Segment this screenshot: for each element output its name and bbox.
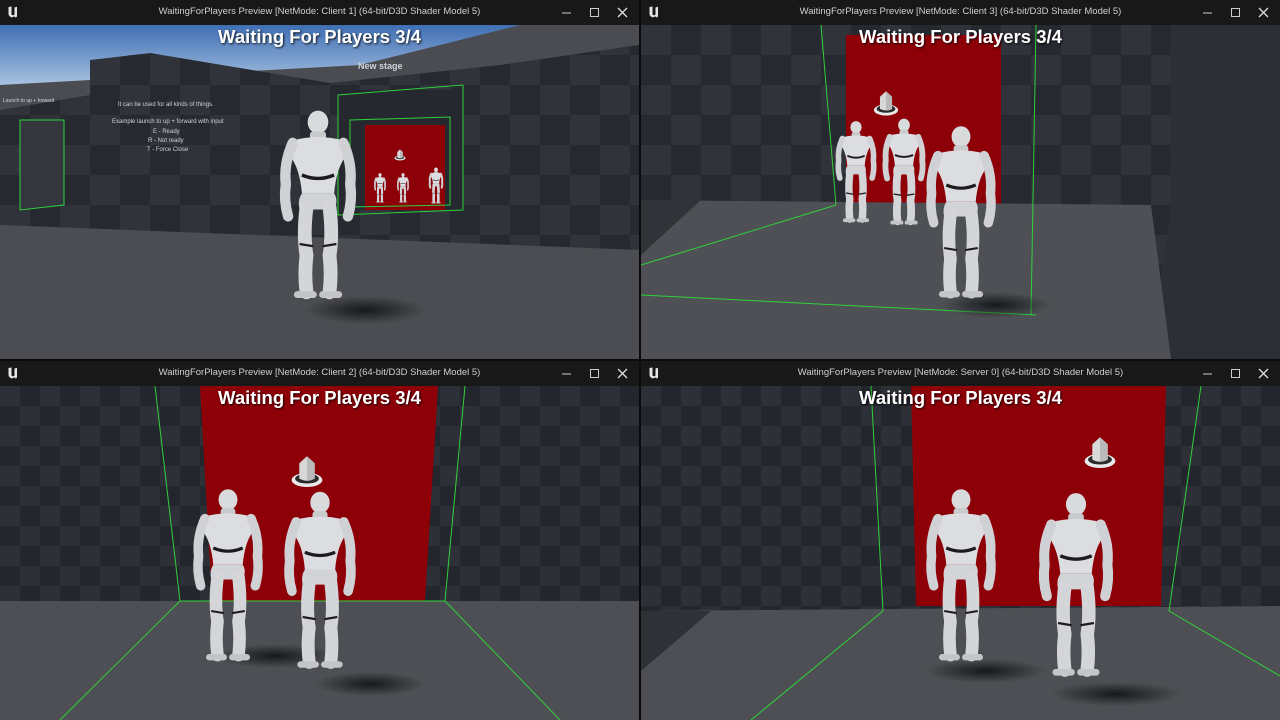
minimize-button[interactable] [1194,361,1222,386]
window-title: WaitingForPlayers Preview [NetMode: Serv… [797,367,1124,378]
scene-render [0,386,639,720]
info-line-1: It can be used for all kinds of things. [118,102,214,108]
maximize-button[interactable] [1222,361,1250,386]
scene-render [641,25,1280,359]
minimize-icon [1203,373,1212,375]
minimize-button[interactable] [553,361,581,386]
scene-render [0,25,639,359]
preview-window-client-2[interactable]: WaitingForPlayers Preview [NetMode: Clie… [0,361,639,720]
maximize-button[interactable] [581,361,609,386]
maximize-icon [590,8,599,17]
maximize-button[interactable] [581,0,609,25]
minimize-button[interactable] [553,0,581,25]
game-viewport[interactable]: Waiting For Players 3/4 [641,25,1280,359]
close-icon [617,7,628,18]
key-e-label: E - Ready [153,129,180,135]
waiting-status-text: Waiting For Players 3/4 [218,26,421,47]
waiting-status-text: Waiting For Players 3/4 [218,387,421,408]
preview-window-client-3[interactable]: WaitingForPlayers Preview [NetMode: Clie… [641,0,1280,359]
window-title: WaitingForPlayers Preview [NetMode: Clie… [799,6,1122,17]
game-viewport[interactable]: Waiting For Players 3/4 [0,386,639,720]
title-bar[interactable]: WaitingForPlayers Preview [NetMode: Clie… [641,0,1280,25]
close-button[interactable] [1250,361,1278,386]
title-bar[interactable]: WaitingForPlayers Preview [NetMode: Clie… [0,361,639,386]
game-viewport[interactable]: New stage Launch to up + forward It can … [0,25,639,359]
maximize-icon [1231,8,1240,17]
preview-window-client-1[interactable]: WaitingForPlayers Preview [NetMode: Clie… [0,0,639,359]
maximize-icon [1231,369,1240,378]
window-title: WaitingForPlayers Preview [NetMode: Clie… [158,6,481,17]
window-title: WaitingForPlayers Preview [NetMode: Clie… [158,367,481,378]
preview-window-server-0[interactable]: WaitingForPlayers Preview [NetMode: Serv… [641,361,1280,720]
close-button[interactable] [609,0,637,25]
game-viewport[interactable]: Waiting For Players 3/4 [641,386,1280,720]
close-button[interactable] [1250,0,1278,25]
maximize-icon [590,369,599,378]
close-button[interactable] [609,361,637,386]
waiting-status-text: Waiting For Players 3/4 [859,387,1062,408]
close-icon [617,368,628,379]
close-icon [1258,368,1269,379]
scene-render [641,386,1280,720]
info-line-2: Example launch to up + forward with inpu… [112,119,224,125]
key-t-label: T - Force Close [147,147,189,153]
key-r-label: R - Not ready [148,138,184,144]
title-bar[interactable]: WaitingForPlayers Preview [NetMode: Serv… [641,361,1280,386]
new-stage-label: New stage [358,61,403,71]
minimize-button[interactable] [1194,0,1222,25]
title-bar[interactable]: WaitingForPlayers Preview [NetMode: Clie… [0,0,639,25]
close-icon [1258,7,1269,18]
minimize-icon [1203,12,1212,14]
maximize-button[interactable] [1222,0,1250,25]
minimize-icon [562,373,571,375]
waiting-status-text: Waiting For Players 3/4 [859,26,1062,47]
minimize-icon [562,12,571,14]
launch-label: Launch to up + forward [3,98,55,104]
